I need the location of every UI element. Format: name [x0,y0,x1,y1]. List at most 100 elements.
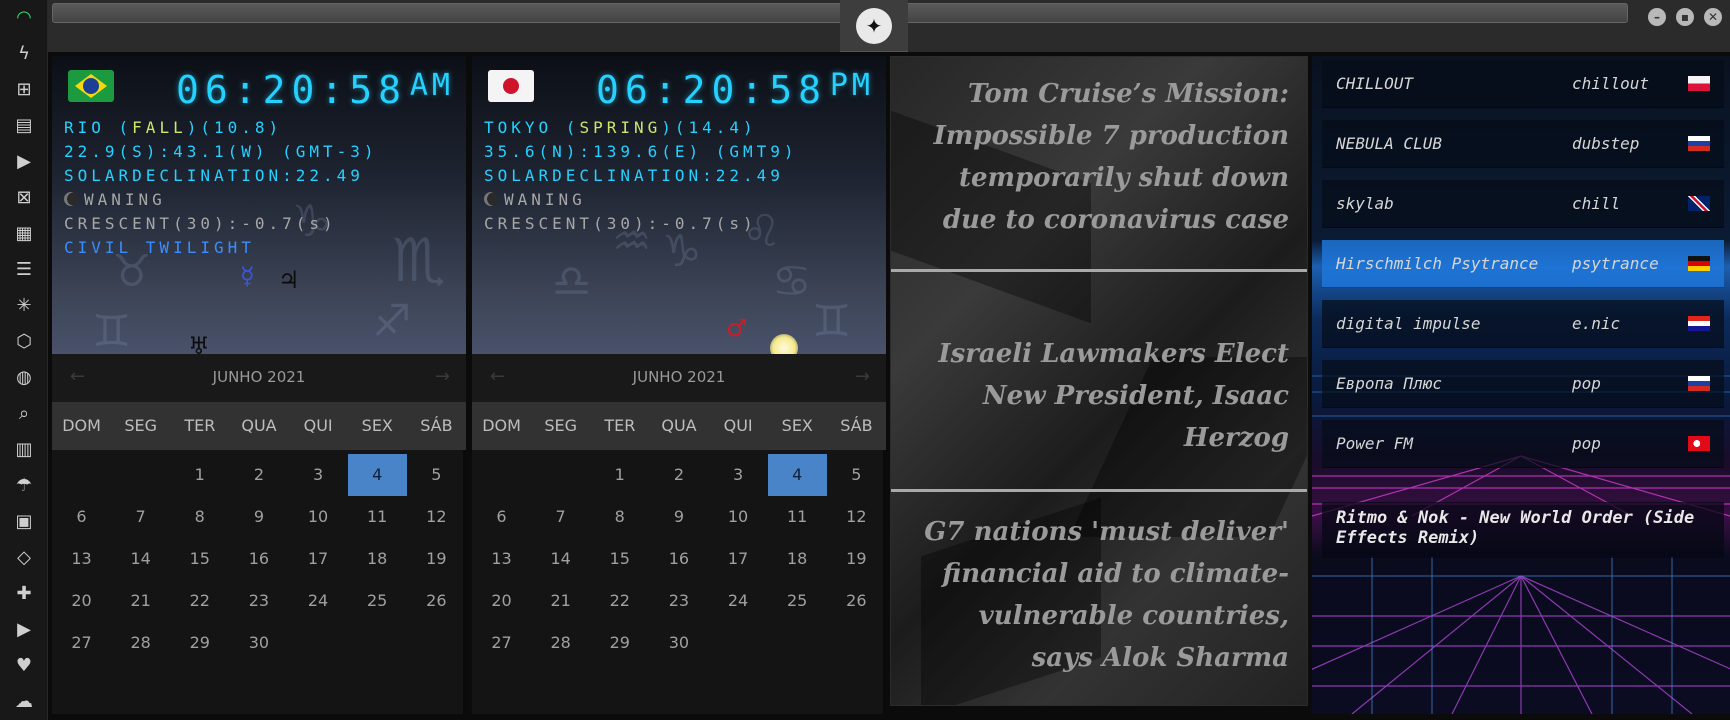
image-icon[interactable]: ▦ [12,222,36,246]
calendar-day[interactable]: 27 [472,622,531,664]
brand-tab[interactable]: ✦ [840,0,908,52]
calendar-day[interactable]: 2 [649,454,708,496]
radio-station-item[interactable]: digital impulse e.nic [1322,300,1724,348]
radio-station-item[interactable]: Power FM pop [1322,420,1724,468]
contact-icon[interactable]: ▣ [12,510,36,534]
calendar-day[interactable]: 12 [407,496,466,538]
globe-icon[interactable]: ◍ [12,366,36,390]
radio-station-item[interactable]: CHILLOUT chillout [1322,60,1724,108]
calendar-day[interactable]: 6 [52,496,111,538]
calendar-day[interactable]: 7 [111,496,170,538]
calendar-day[interactable]: 20 [52,580,111,622]
calendar-day[interactable]: 11 [768,496,827,538]
folded-map-icon[interactable]: ▥ [12,438,36,462]
expand-icon[interactable]: ✚ [12,582,36,606]
close-button[interactable]: ✕ [1704,8,1722,26]
calendar-day[interactable]: 11 [348,496,407,538]
hexagon-icon[interactable]: ⬡ [12,330,36,354]
code-icon[interactable]: ◇ [12,546,36,570]
radio-station-item[interactable]: Европа Плюс pop [1322,360,1724,408]
calendar-day[interactable]: 26 [407,580,466,622]
calendar-day[interactable]: 10 [709,496,768,538]
radio-station-item[interactable]: NEBULA CLUB dubstep [1322,120,1724,168]
calendar-day[interactable]: 26 [827,580,886,622]
wifi-icon[interactable]: ◠ [12,6,36,30]
radio-station-item[interactable]: Hirschmilch Psytrance psytrance [1322,240,1724,288]
calendar-day[interactable]: 17 [289,538,348,580]
calendar-day[interactable]: 24 [709,580,768,622]
calendar-day[interactable]: 28 [111,622,170,664]
calendar-day[interactable]: 14 [111,538,170,580]
calendar-day[interactable]: 25 [348,580,407,622]
calendar-day[interactable]: 14 [531,538,590,580]
calendar-day[interactable]: 22 [590,580,649,622]
calendar-day[interactable]: 20 [472,580,531,622]
calendar-day[interactable]: 21 [531,580,590,622]
youtube-icon[interactable]: ▶ [12,618,36,642]
calendar-day[interactable]: 23 [649,580,708,622]
calendar-day[interactable]: 29 [590,622,649,664]
calendar-day[interactable]: 29 [170,622,229,664]
calendar-day[interactable]: 3 [289,454,348,496]
news-headline[interactable]: Tom Cruise’s Mission: Impossible 7 produ… [891,73,1307,241]
calendar-day[interactable]: 30 [649,622,708,664]
calendar-day[interactable]: 8 [170,496,229,538]
calendar-day[interactable]: 3 [709,454,768,496]
umbrella-icon[interactable]: ☂ [12,474,36,498]
archive-icon[interactable]: ▤ [12,114,36,138]
calendar-day[interactable]: 16 [649,538,708,580]
calendar-day[interactable]: 16 [229,538,288,580]
sky-view: ♉ ♑ ♊ ♐ ♏ 06:20:58 AM RIO (FALL)(10.8) 2… [52,56,466,354]
calendar-day[interactable]: 8 [590,496,649,538]
next-month-button[interactable]: → [855,366,870,387]
cloud-icon[interactable]: ☁ [12,690,36,714]
calendar-day[interactable]: 1 [170,454,229,496]
next-month-button[interactable]: → [435,366,450,387]
calendar-day[interactable]: 19 [827,538,886,580]
moon-phase: WANING [484,190,586,209]
station-genre: psytrance [1572,254,1659,273]
calendar-day[interactable]: 22 [170,580,229,622]
news-headline[interactable]: Israeli Lawmakers Elect New President, I… [891,333,1307,459]
calendar-day[interactable]: 15 [590,538,649,580]
map-icon[interactable]: ⊠ [12,186,36,210]
calendar-day[interactable]: 2 [229,454,288,496]
news-icon[interactable]: ☰ [12,258,36,282]
calendar-day[interactable]: 19 [407,538,466,580]
calendar-day[interactable]: 18 [348,538,407,580]
play-icon[interactable]: ▶ [12,150,36,174]
calendar-day[interactable]: 12 [827,496,886,538]
calendar-day[interactable]: 6 [472,496,531,538]
minimize-button[interactable]: – [1648,8,1666,26]
calendar-day[interactable]: 21 [111,580,170,622]
calendar-day[interactable]: 18 [768,538,827,580]
calendar-day[interactable]: 13 [472,538,531,580]
calendar-day[interactable]: 23 [229,580,288,622]
calendar-day[interactable]: 27 [52,622,111,664]
maximize-button[interactable]: ▪ [1676,8,1694,26]
calendar-day[interactable]: 5 [407,454,466,496]
calendar-day[interactable]: 25 [768,580,827,622]
windows-icon[interactable]: ⊞ [12,78,36,102]
calendar-day[interactable]: 15 [170,538,229,580]
asterisk-icon[interactable]: ✳ [12,294,36,318]
calendar-day[interactable]: 5 [827,454,886,496]
calendar-day-today[interactable]: 4 [347,454,407,496]
calendar-day[interactable]: 7 [531,496,590,538]
calendar-day[interactable]: 10 [289,496,348,538]
calendar-day[interactable]: 9 [649,496,708,538]
calendar-day-today[interactable]: 4 [767,454,827,496]
calendar-day[interactable]: 1 [590,454,649,496]
calendar-day[interactable]: 28 [531,622,590,664]
news-headline[interactable]: G7 nations 'must deliver' financial aid … [891,511,1307,679]
radio-station-item[interactable]: skylab chill [1322,180,1724,228]
calendar-day[interactable]: 13 [52,538,111,580]
calendar-day[interactable]: 24 [289,580,348,622]
news-divider [891,489,1307,492]
heart-icon[interactable]: ♥ [12,654,36,678]
calendar-day[interactable]: 17 [709,538,768,580]
lightning-icon[interactable]: ϟ [12,42,36,66]
calendar-day[interactable]: 30 [229,622,288,664]
calendar-day[interactable]: 9 [229,496,288,538]
search-icon[interactable]: ⌕ [12,402,36,426]
